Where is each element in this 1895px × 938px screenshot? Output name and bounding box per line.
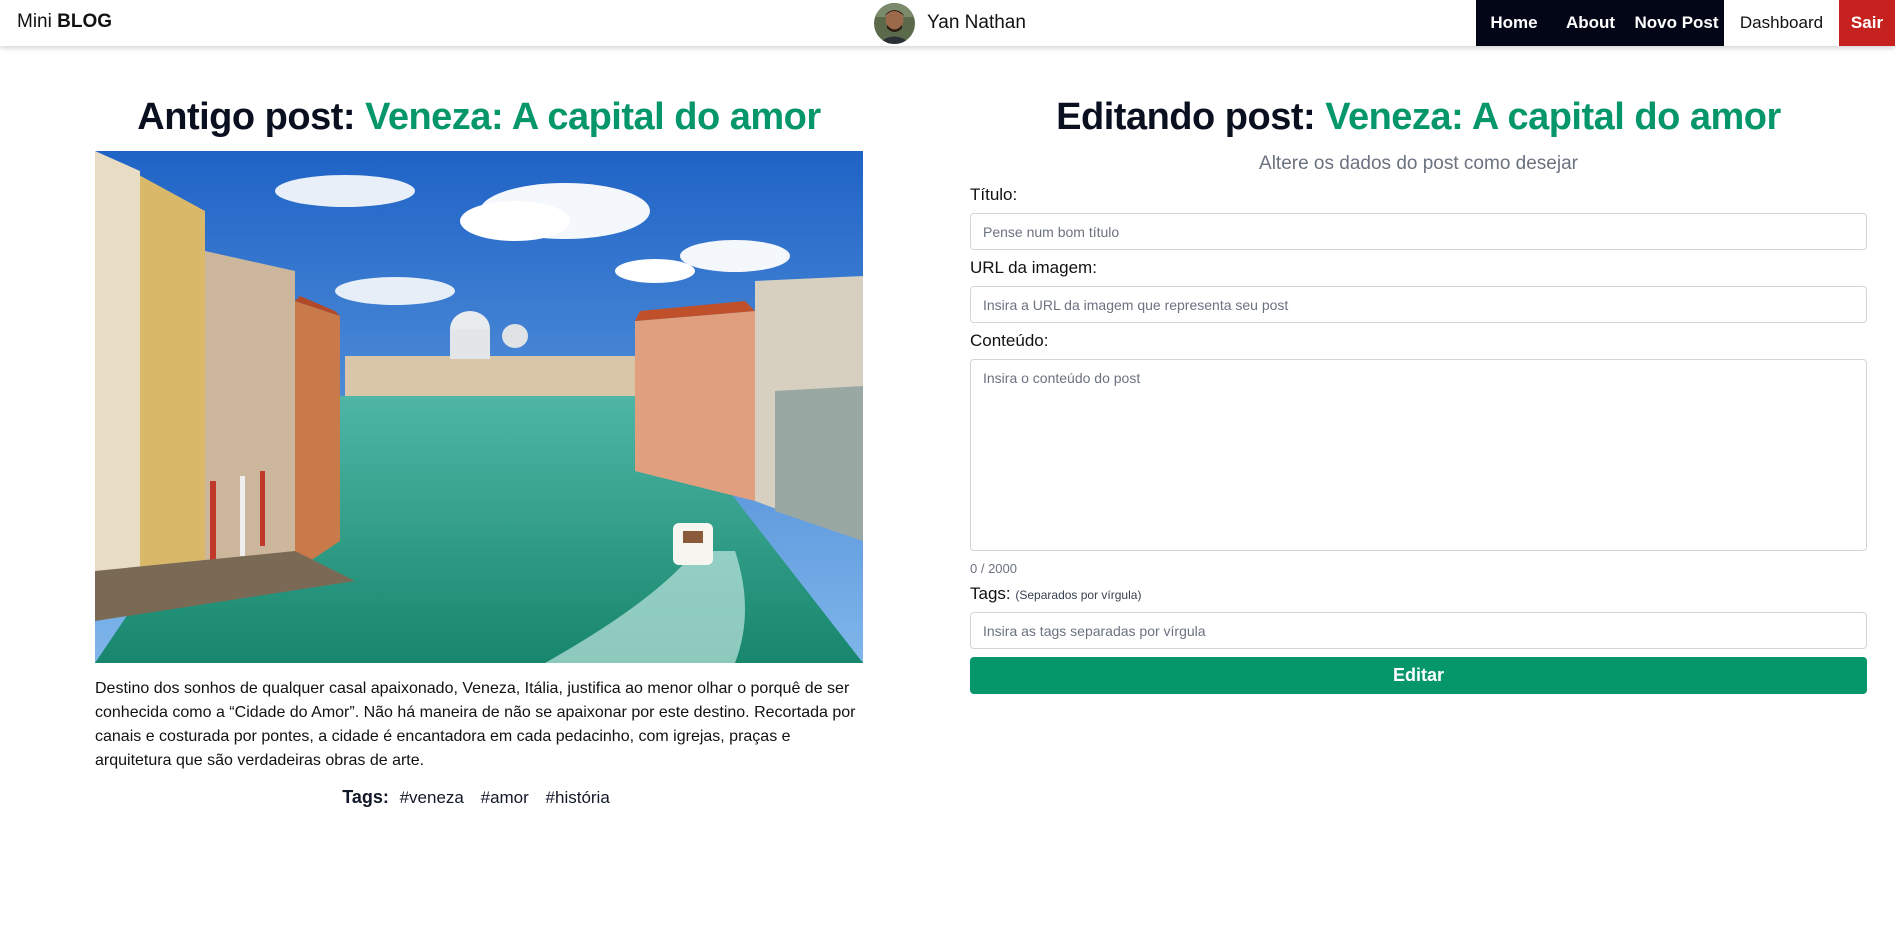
edit-heading-prefix: Editando post: xyxy=(1056,96,1316,138)
brand-bold: BLOG xyxy=(57,11,113,32)
old-post-content: Destino dos sonhos de qualquer casal apa… xyxy=(95,680,856,769)
nav-dashboard[interactable]: Dashboard xyxy=(1724,0,1839,46)
brand-logo[interactable]: Mini BLOG xyxy=(17,11,112,33)
tag-item: #história xyxy=(545,788,610,807)
tag-item: #veneza xyxy=(399,788,464,807)
tags-label: Tags: xyxy=(342,787,389,807)
avatar xyxy=(874,2,915,44)
brand-prefix: Mini xyxy=(17,11,52,32)
user-profile: Yan Nathan xyxy=(874,2,1026,44)
edit-post-form: Editando post: Veneza: A capital do amor… xyxy=(970,96,1867,694)
edit-submit-button[interactable]: Editar xyxy=(970,657,1867,694)
image-url-input[interactable] xyxy=(970,286,1867,323)
navbar: Mini BLOG Yan Nathan Home About Novo Pos… xyxy=(0,0,1895,46)
tags-hint: (Separados por vírgula) xyxy=(1015,588,1142,602)
old-post-heading: Antigo post: Veneza: A capital do amor xyxy=(95,96,863,139)
image-url-label: URL da imagem: xyxy=(970,258,1097,277)
old-post-heading-prefix: Antigo post: xyxy=(137,96,356,138)
old-post-tags: Tags: #veneza #amor #história xyxy=(95,787,863,808)
old-post-panel: Antigo post: Veneza: A capital do amor D… xyxy=(95,96,863,808)
edit-subtitle: Altere os dados do post como desejar xyxy=(1259,153,1578,174)
nav-about[interactable]: About xyxy=(1552,0,1629,46)
post-image xyxy=(95,151,863,663)
title-input[interactable] xyxy=(970,213,1867,250)
tags-field-label-text: Tags: xyxy=(970,584,1011,603)
char-counter: 0 / 2000 xyxy=(970,561,1017,576)
title-label: Título: xyxy=(970,185,1018,204)
nav-home[interactable]: Home xyxy=(1476,0,1552,46)
logout-button[interactable]: Sair xyxy=(1839,0,1895,46)
tags-field-label: Tags: (Separados por vírgula) xyxy=(970,584,1867,604)
nav-links: Home About Novo Post Dashboard Sair xyxy=(1476,0,1895,46)
content-textarea[interactable] xyxy=(970,359,1867,551)
user-name: Yan Nathan xyxy=(927,12,1026,33)
old-post-title: Veneza: A capital do amor xyxy=(365,96,821,138)
tag-item: #amor xyxy=(480,788,529,807)
tags-input[interactable] xyxy=(970,612,1867,649)
edit-post-title: Veneza: A capital do amor xyxy=(1325,96,1781,138)
nav-new-post[interactable]: Novo Post xyxy=(1629,0,1724,46)
content-label: Conteúdo: xyxy=(970,331,1049,350)
edit-post-heading: Editando post: Veneza: A capital do amor xyxy=(970,96,1867,139)
